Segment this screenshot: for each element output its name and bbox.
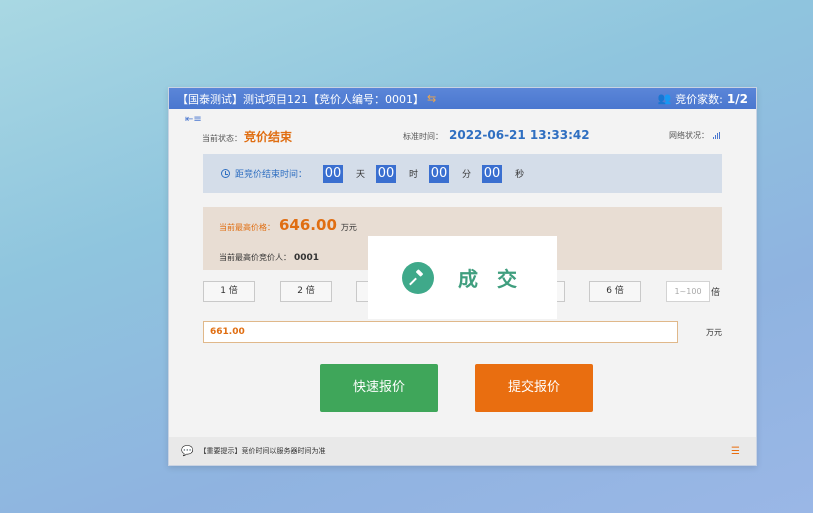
users-icon: 👥 [657, 92, 672, 105]
bidder-count-label: 竞价家数: [675, 92, 723, 106]
swap-icon[interactable]: ⇆ [427, 92, 436, 105]
countdown-seconds: 00 [482, 164, 503, 183]
network-label: 网络状况： [669, 131, 709, 140]
tip-text: 【重要提示】竞价时间以服务器时间为准 [199, 447, 326, 455]
custom-multiplier-unit: 倍 [711, 288, 721, 298]
status-value: 竞价结束 [244, 130, 293, 144]
highest-bidder-value: 0001 [294, 253, 320, 263]
countdown-hours: 00 [376, 164, 397, 183]
signal-icon [713, 132, 720, 139]
deal-overlay: 成 交 [368, 236, 557, 319]
status-label: 当前状态： [202, 134, 242, 143]
status-row: 当前状态： 竞价结束 标准时间： 2022-06-21 13:33:42 网络状… [169, 128, 756, 144]
highest-price-label: 当前最高价格： [219, 223, 275, 232]
countdown-days: 00 [323, 164, 344, 183]
countdown-label: 距竞价结束时间： [235, 170, 308, 180]
highest-price-value: 646.00 [279, 216, 337, 234]
submit-bid-button[interactable]: 提交报价 [475, 364, 593, 412]
server-time: 2022-06-21 13:33:42 [449, 128, 590, 142]
project-title: 【国泰测试】测试项目121【竞价人编号：0001】 [177, 92, 424, 106]
deal-label: 成 交 [458, 267, 523, 291]
hours-unit: 时 [409, 170, 419, 180]
seconds-unit: 秒 [515, 170, 525, 180]
highest-price-unit: 万元 [340, 223, 357, 232]
countdown-minutes: 00 [429, 164, 450, 183]
message-icon: 💬 [181, 445, 194, 457]
clock-icon [221, 169, 230, 178]
gavel-icon [402, 261, 435, 294]
countdown-bar: 距竞价结束时间： 00 天 00 时 00 分 00 秒 [203, 154, 722, 193]
collapse-menu-icon[interactable]: ⇤≡ [185, 114, 202, 125]
list-icon[interactable]: ☰ [731, 446, 740, 457]
multiplier-1-button[interactable]: 1 倍 [203, 281, 255, 302]
multiplier-2-button[interactable]: 2 倍 [280, 281, 332, 302]
tip-bar: 💬 【重要提示】竞价时间以服务器时间为准 ☰ [169, 437, 756, 465]
time-label: 标准时间： [403, 132, 443, 141]
highest-bidder-label: 当前最高价竞价人： [219, 253, 291, 262]
multiplier-6-button[interactable]: 6 倍 [589, 281, 641, 302]
minutes-unit: 分 [462, 170, 472, 180]
days-unit: 天 [356, 170, 366, 180]
custom-multiplier-input[interactable]: 1~100 [666, 281, 710, 302]
quick-bid-button[interactable]: 快速报价 [320, 364, 438, 412]
bidder-count-value: 1/2 [726, 91, 748, 106]
bidder-count: 👥 竞价家数: 1/2 [657, 91, 748, 107]
bid-unit: 万元 [706, 328, 722, 337]
title-bar: 【国泰测试】测试项目121【竞价人编号：0001】 ⇆ 👥 竞价家数: 1/2 [169, 88, 756, 109]
bid-amount-input[interactable]: 661.00 [203, 321, 678, 343]
